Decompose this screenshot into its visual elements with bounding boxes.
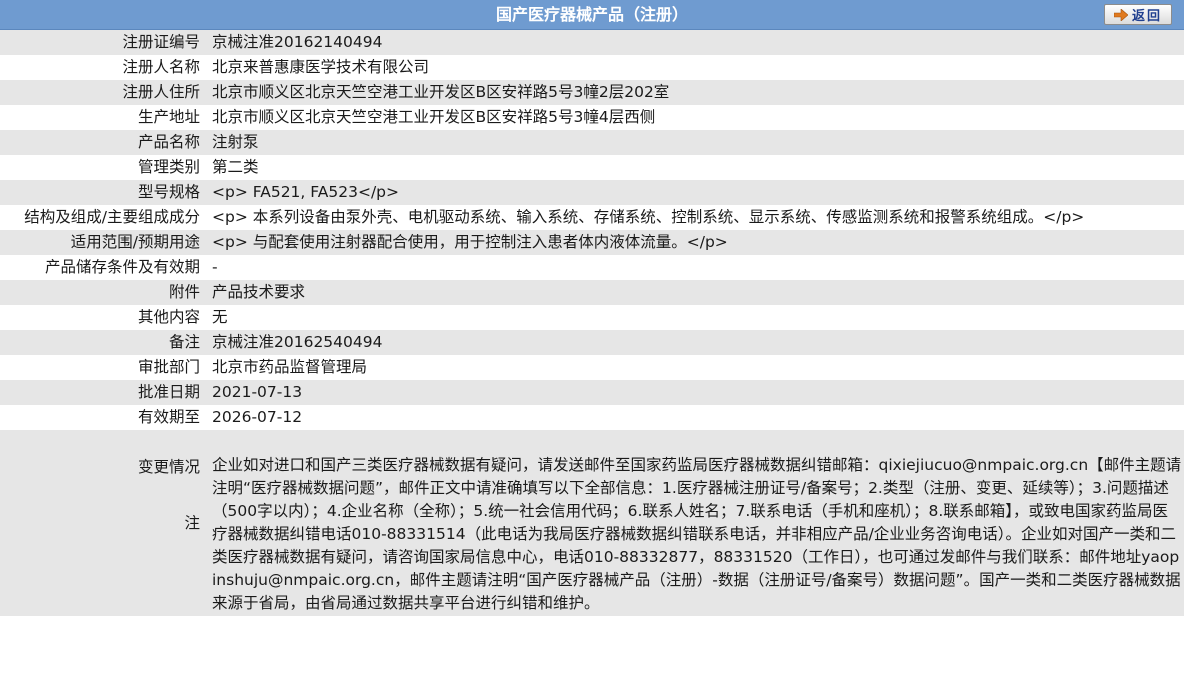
table-row: 备注 京械注准20162540494 — [0, 330, 1184, 355]
field-value: 北京市药品监督管理局 — [208, 355, 1184, 380]
field-value: - — [208, 255, 1184, 280]
field-label: 产品储存条件及有效期 — [0, 255, 208, 280]
page-title: 国产医疗器械产品（注册） — [495, 5, 688, 24]
field-label: 结构及组成/主要组成成分 — [0, 205, 208, 230]
table-row: 附件 产品技术要求 — [0, 280, 1184, 305]
table-row: 型号规格 <p> FA521, FA523</p> — [0, 180, 1184, 205]
field-value: 北京市顺义区北京天竺空港工业开发区B区安祥路5号3幢2层202室 — [208, 80, 1184, 105]
table-row: 有效期至 2026-07-12 — [0, 405, 1184, 430]
table-row: 结构及组成/主要组成成分 <p> 本系列设备由泵外壳、电机驱动系统、输入系统、存… — [0, 205, 1184, 230]
field-label: 其他内容 — [0, 305, 208, 330]
detail-table: 注册证编号 京械注准20162140494 注册人名称 北京来普惠康医学技术有限… — [0, 30, 1184, 616]
field-value: 京械注准20162540494 — [208, 330, 1184, 355]
field-value: <p> 与配套使用注射器配合使用，用于控制注入患者体内液体流量。</p> — [208, 230, 1184, 255]
field-label: 型号规格 — [0, 180, 208, 205]
field-label: 管理类别 — [0, 155, 208, 180]
field-label-change-history: 变更情况 — [137, 458, 200, 476]
arrow-right-icon — [1113, 8, 1128, 21]
field-label: 注册人名称 — [0, 55, 208, 80]
field-label: 注册证编号 — [0, 30, 208, 55]
field-label: 附件 — [0, 280, 208, 305]
field-value: 2026-07-12 — [208, 405, 1184, 430]
table-row: 生产地址 北京市顺义区北京天竺空港工业开发区B区安祥路5号3幢4层西侧 — [0, 105, 1184, 130]
field-value: 无 — [208, 305, 1184, 330]
field-value: 北京市顺义区北京天竺空港工业开发区B区安祥路5号3幢4层西侧 — [208, 105, 1184, 130]
back-button-label: 返回 — [1131, 9, 1162, 24]
field-value: 北京来普惠康医学技术有限公司 — [208, 55, 1184, 80]
table-row: 其他内容 无 — [0, 305, 1184, 330]
field-value: 第二类 — [208, 155, 1184, 180]
back-button[interactable]: 返回 — [1104, 4, 1172, 25]
table-row: 注册人名称 北京来普惠康医学技术有限公司 — [0, 55, 1184, 80]
table-row: 审批部门 北京市药品监督管理局 — [0, 355, 1184, 380]
field-value: 2021-07-13 — [208, 380, 1184, 405]
table-row: 管理类别 第二类 — [0, 155, 1184, 180]
field-value: 京械注准20162140494 — [208, 30, 1184, 55]
field-value: 产品技术要求 — [208, 280, 1184, 305]
table-row: 产品名称 注射泵 — [0, 130, 1184, 155]
field-label: 备注 — [0, 330, 208, 355]
table-row: 注册证编号 京械注准20162140494 — [0, 30, 1184, 55]
field-label: 有效期至 — [0, 405, 208, 430]
table-row: 注册人住所 北京市顺义区北京天竺空港工业开发区B区安祥路5号3幢2层202室 — [0, 80, 1184, 105]
field-label: 生产地址 — [0, 105, 208, 130]
table-row: 产品储存条件及有效期 - — [0, 255, 1184, 280]
field-value: <p> 本系列设备由泵外壳、电机驱动系统、输入系统、存储系统、控制系统、显示系统… — [208, 205, 1184, 230]
field-label: 审批部门 — [0, 355, 208, 380]
field-value: <p> FA521, FA523</p> — [208, 180, 1184, 205]
note-text: 企业如对进口和国产三类医疗器械数据有疑问，请发送邮件至国家药监局医疗器械数据纠错… — [208, 430, 1184, 616]
field-label: 适用范围/预期用途 — [0, 230, 208, 255]
table-row: 适用范围/预期用途 <p> 与配套使用注射器配合使用，用于控制注入患者体内液体流… — [0, 230, 1184, 255]
field-label: 产品名称 — [0, 130, 208, 155]
page-header: 国产医疗器械产品（注册） 返回 — [0, 0, 1184, 30]
field-value: 注射泵 — [208, 130, 1184, 155]
table-row: 批准日期 2021-07-13 — [0, 380, 1184, 405]
field-label: 注册人住所 — [0, 80, 208, 105]
field-label: 批准日期 — [0, 380, 208, 405]
